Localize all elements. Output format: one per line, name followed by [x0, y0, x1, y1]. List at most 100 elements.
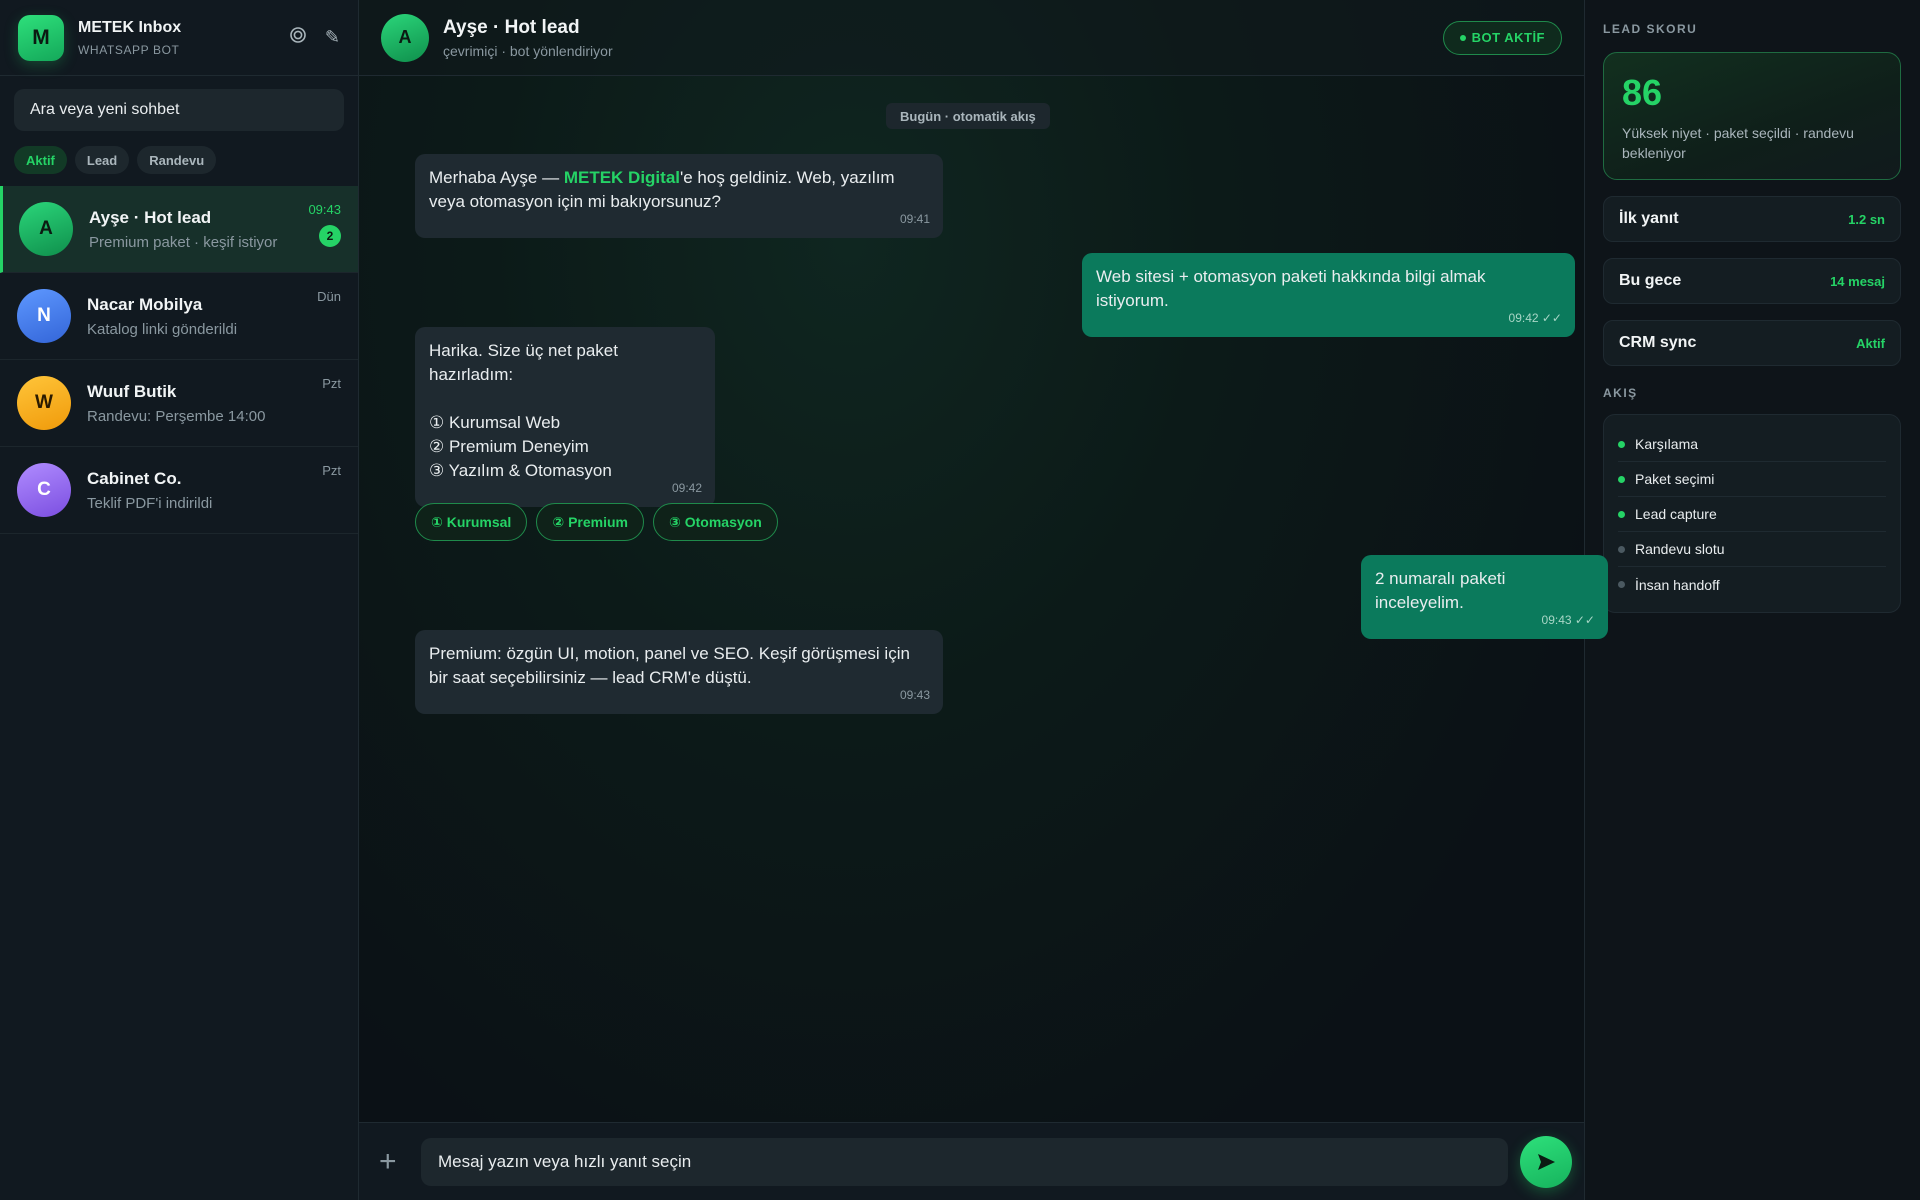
conversation-name: Nacar Mobilya [87, 294, 203, 314]
status-dot-icon [1459, 34, 1466, 41]
chat-header: A Ayşe · Hot lead çevrimiçi · bot yönlen… [359, 0, 1584, 76]
message-outgoing: Web sitesi + otomasyon paketi hakkında b… [1082, 253, 1575, 337]
day-separator: Bugün · otomatik akış [886, 103, 1050, 129]
flow-step-label: İnsan handoff [1635, 576, 1720, 593]
lead-score-description: Yüksek niyet · paket seçildi · randevu b… [1622, 125, 1854, 161]
message-text-before: Merhaba Ayşe — [429, 168, 564, 187]
conversation-body: Ayşe · Hot lead Premium paket · keşif is… [89, 208, 341, 251]
contact-avatar[interactable]: A [381, 13, 429, 62]
message-time: 09:42 [671, 481, 702, 495]
app-window: M METEK Inbox WHATSAPP BOT ✎ Aktif Lead … [0, 0, 1920, 1200]
conversation-meta: Pzt [322, 376, 341, 391]
flow-step-label: Lead capture [1635, 506, 1717, 522]
sidebar-titles: METEK Inbox WHATSAPP BOT [78, 19, 271, 57]
conversation-time: Pzt [322, 376, 341, 391]
flow-step-label: Randevu slotu [1635, 541, 1725, 557]
message-list: Bugün · otomatik akış Merhaba Ayşe — MET… [359, 76, 1608, 1122]
stat-value: 14 mesaj [1830, 273, 1885, 289]
bot-active-badge[interactable]: BOT AKTİF [1442, 20, 1562, 55]
conversation-time: Pzt [322, 463, 341, 478]
step-pending-dot-icon [1618, 581, 1625, 588]
search-box[interactable] [14, 89, 344, 131]
flow-step-label: Karşılama [1635, 436, 1699, 452]
chip-aktif[interactable]: Aktif [14, 146, 67, 174]
send-arrow-icon [1538, 1153, 1555, 1170]
flow-card: Karşılama Paket seçimi Lead capture Rand… [1603, 414, 1901, 613]
status-ring-icon-svg [290, 27, 306, 43]
conversation-preview: Teklif PDF'i indirildi [87, 494, 213, 512]
lead-score-card: 86 Yüksek niyet · paket seçildi · randev… [1603, 52, 1901, 180]
message-incoming: Premium: özgün UI, motion, panel ve SEO.… [415, 630, 943, 714]
step-done-dot-icon [1618, 440, 1625, 448]
step-pending-dot-icon [1618, 545, 1625, 553]
conversation-meta: Pzt [322, 463, 341, 478]
quick-reply-kurumsal[interactable]: ① Kurumsal [415, 503, 528, 541]
message-text: 2 numaralı paketi inceleyelim. [1375, 569, 1506, 612]
flow-step-label: Paket seçimi [1635, 471, 1715, 487]
status-ring-icon[interactable] [289, 26, 307, 49]
message-time: 09:43 [899, 688, 930, 702]
stat-value: Aktif [1856, 335, 1885, 351]
attach-plus-icon[interactable]: + [379, 1145, 409, 1179]
app-title: METEK Inbox [78, 18, 182, 36]
chat-header-titles: Ayşe · Hot lead çevrimiçi · bot yönlendi… [443, 17, 1443, 59]
contact-name[interactable]: Ayşe · Hot lead [443, 17, 1443, 39]
avatar: N [17, 289, 71, 343]
chat-panel: A Ayşe · Hot lead çevrimiçi · bot yönlen… [359, 0, 1608, 1200]
conversation-item-wuuf[interactable]: W Wuuf Butik Randevu: Perşembe 14:00 Pzt [0, 360, 358, 447]
chip-randevu[interactable]: Randevu [137, 146, 217, 174]
stat-label: Bu gece [1619, 272, 1682, 289]
message-text: Web sitesi + otomasyon paketi hakkında b… [1096, 267, 1486, 310]
stat-value: 1.2 sn [1848, 211, 1885, 227]
conversation-time: Dün [317, 289, 341, 304]
composer: + [359, 1122, 1584, 1200]
conversation-preview: Randevu: Perşembe 14:00 [87, 407, 266, 425]
message-time: 09:42 ✓✓ [1508, 311, 1562, 325]
conversation-body: Wuuf Butik Randevu: Perşembe 14:00 [87, 382, 341, 425]
conversation-body: Cabinet Co. Teklif PDF'i indirildi [87, 469, 341, 512]
send-button[interactable] [1520, 1135, 1572, 1188]
app-subtitle: WHATSAPP BOT [78, 42, 180, 57]
flow-step: Lead capture [1618, 497, 1886, 532]
conversation-preview: Katalog linki gönderildi [87, 320, 238, 338]
conversation-name: Wuuf Butik [87, 381, 177, 401]
sidebar: M METEK Inbox WHATSAPP BOT ✎ Aktif Lead … [0, 0, 359, 1200]
quick-reply-premium[interactable]: ② Premium [536, 503, 644, 541]
contact-status: çevrimiçi · bot yönlendiriyor [443, 42, 613, 59]
stat-crm-sync: CRM sync Aktif [1603, 320, 1901, 366]
message-incoming: Harika. Size üç net paket hazırladım: ① … [415, 327, 715, 507]
conversation-body: Nacar Mobilya Katalog linki gönderildi [87, 295, 341, 338]
unread-badge: 2 [319, 225, 341, 247]
flow-step: Karşılama [1618, 427, 1886, 462]
search-input[interactable] [30, 101, 328, 119]
avatar: W [17, 376, 71, 430]
conversation-name: Ayşe · Hot lead [89, 207, 212, 227]
message-input[interactable] [438, 1151, 1491, 1172]
compose-pencil-icon[interactable]: ✎ [325, 27, 340, 48]
message-outgoing: 2 numaralı paketi inceleyelim. 09:43 ✓✓ [1361, 555, 1608, 639]
flow-step: Paket seçimi [1618, 462, 1886, 497]
flow-step: İnsan handoff [1618, 567, 1886, 602]
filter-chips: Aktif Lead Randevu [14, 146, 344, 174]
bot-badge-label: BOT AKTİF [1471, 30, 1545, 45]
quick-replies: ① Kurumsal ② Premium ③ Otomasyon [415, 503, 778, 541]
brand-link[interactable]: METEK Digital [564, 168, 680, 187]
conversation-item-cabinet[interactable]: C Cabinet Co. Teklif PDF'i indirildi Pzt [0, 447, 358, 534]
flow-step: Randevu slotu [1618, 532, 1886, 567]
message-time: 09:43 ✓✓ [1541, 613, 1595, 627]
message-line: Harika. Size üç net paket hazırladım: [429, 341, 618, 384]
step-done-dot-icon [1618, 475, 1625, 483]
stat-first-response: İlk yanıt 1.2 sn [1603, 196, 1901, 242]
lead-score-value: 86 [1622, 72, 1663, 113]
lead-details-panel: LEAD SKORU 86 Yüksek niyet · paket seçil… [1584, 0, 1920, 1200]
chip-lead[interactable]: Lead [74, 146, 130, 174]
stat-label: CRM sync [1619, 334, 1697, 351]
conversation-item-ayse[interactable]: A Ayşe · Hot lead Premium paket · keşif … [0, 186, 358, 273]
avatar: C [17, 463, 71, 517]
conversation-item-nacar[interactable]: N Nacar Mobilya Katalog linki gönderildi… [0, 273, 358, 360]
message-time: 09:41 [899, 212, 930, 226]
conversation-list: A Ayşe · Hot lead Premium paket · keşif … [0, 186, 358, 534]
quick-reply-otomasyon[interactable]: ③ Otomasyon [652, 503, 778, 541]
message-input-box[interactable] [421, 1137, 1508, 1186]
message-line-blank [429, 387, 701, 411]
